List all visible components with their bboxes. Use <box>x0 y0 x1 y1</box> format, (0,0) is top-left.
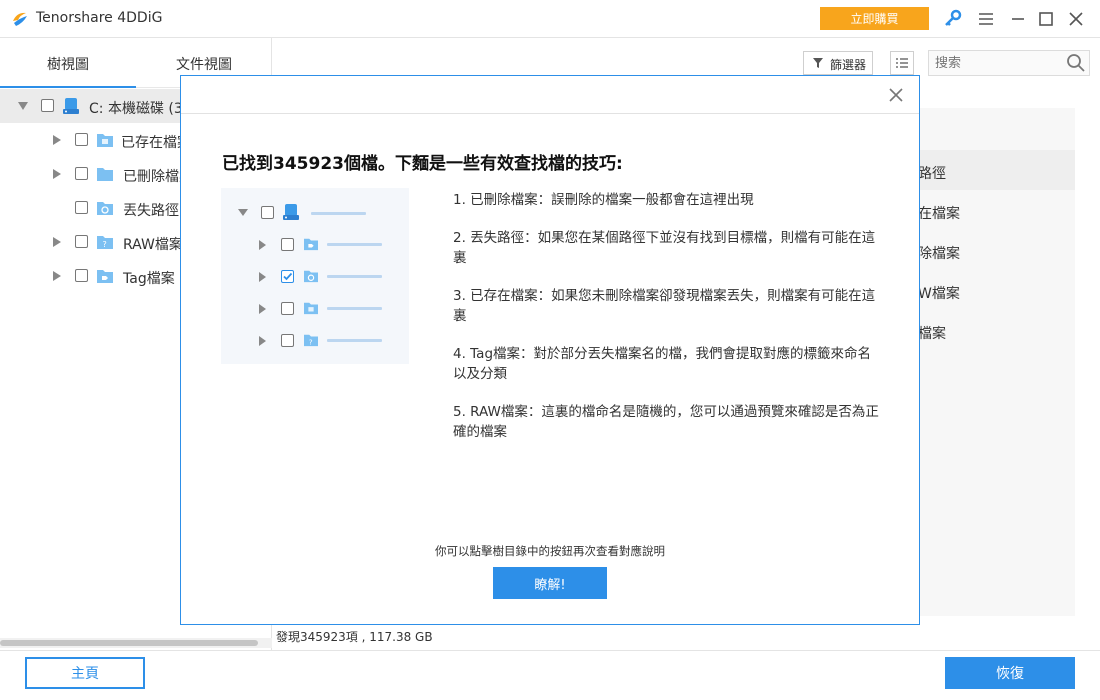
scrollbar-thumb[interactable] <box>0 640 258 646</box>
illus-checkbox <box>281 238 294 251</box>
folder-tag-icon <box>97 270 113 283</box>
minimize-icon[interactable] <box>1008 9 1028 29</box>
tips-dialog: 已找到345923個檔。下麵是一些有效查找檔的技巧: ? 1. 已刪除檔案：誤刪… <box>180 75 920 625</box>
dialog-header-divider <box>181 113 919 114</box>
check-icon <box>283 272 293 281</box>
tree-checkbox[interactable] <box>75 133 88 146</box>
tree-item-label: 丟失路徑 <box>123 203 179 219</box>
tree-checkbox[interactable] <box>41 99 54 112</box>
illus-checkbox-checked <box>281 270 294 283</box>
tip-deleted-files: 1. 已刪除檔案：誤刪除的檔案一般都會在這裡出現 <box>453 192 754 208</box>
svg-text:?: ? <box>309 338 313 346</box>
tree-checkbox[interactable] <box>75 167 88 180</box>
tree-illustration: ? <box>221 188 409 364</box>
search-icon[interactable] <box>1066 53 1086 73</box>
search-input[interactable] <box>935 54 1055 72</box>
illus-drive-icon <box>283 204 299 220</box>
folder-raw-icon: ? <box>97 236 113 249</box>
tab-tree-view[interactable]: 樹視圖 <box>47 54 89 74</box>
list-icon <box>896 58 908 68</box>
list-view-button[interactable] <box>890 51 914 75</box>
illus-expand-icon <box>259 272 266 282</box>
expand-icon[interactable] <box>53 237 61 247</box>
scan-status: 發現345923項 , 117.38 GB <box>276 630 433 644</box>
got-it-button[interactable]: 瞭解! <box>493 567 607 599</box>
table-row[interactable]: 檔案 <box>918 323 946 343</box>
illus-collapse-icon <box>238 209 248 216</box>
drive-icon <box>63 98 79 114</box>
table-row[interactable]: W檔案 <box>918 283 960 303</box>
menu-icon[interactable] <box>976 9 996 29</box>
folder-lost-icon <box>97 202 113 215</box>
buy-now-button[interactable]: 立即購買 <box>820 7 929 30</box>
illus-checkbox <box>281 302 294 315</box>
dialog-hint: 你可以點擊樹目錄中的按鈕再次查看對應說明 <box>435 544 665 558</box>
illus-expand-icon <box>259 336 266 346</box>
dialog-close-icon[interactable] <box>886 85 906 105</box>
filter-label: 篩選器 <box>830 58 867 72</box>
illus-placeholder-line <box>327 307 382 310</box>
expand-icon[interactable] <box>53 169 61 179</box>
recover-button[interactable]: 恢復 <box>945 657 1075 689</box>
close-icon[interactable] <box>1066 9 1086 29</box>
column-header-path[interactable]: 路徑 <box>918 163 946 183</box>
illus-expand-icon <box>259 240 266 250</box>
illus-folder-existing-icon <box>304 302 318 315</box>
table-row[interactable]: 除檔案 <box>918 243 960 263</box>
dialog-title: 已找到345923個檔。下麵是一些有效查找檔的技巧: <box>222 154 623 174</box>
tree-checkbox[interactable] <box>75 269 88 282</box>
illus-checkbox <box>281 334 294 347</box>
tree-item-label: RAW檔案 <box>123 237 183 253</box>
tip-existing-files: 3. 已存在檔案：如果您未刪除檔案卻發現檔案丟失，則檔案有可能在這裏 <box>453 288 876 324</box>
active-tab-indicator <box>0 86 136 88</box>
illus-placeholder-line <box>327 275 382 278</box>
app-logo-icon <box>13 12 27 26</box>
tree-checkbox[interactable] <box>75 201 88 214</box>
title-bar: Tenorshare 4DDiG 立即購買 <box>0 0 1100 38</box>
folder-deleted-icon <box>97 168 113 181</box>
tree-item-label: Tag檔案 <box>123 271 175 287</box>
tip-lost-path: 2. 丟失路徑：如果您在某個路徑下並沒有找到目標檔，則檔有可能在這裏 <box>453 230 876 266</box>
tree-checkbox[interactable] <box>75 235 88 248</box>
collapse-icon[interactable] <box>18 102 28 110</box>
svg-text:?: ? <box>103 240 107 249</box>
illus-folder-raw-icon: ? <box>304 334 318 346</box>
tip-tag-files: 4. Tag檔案：對於部分丟失檔案名的檔，我們會提取對應的標籤來命名以及分類 <box>453 346 872 382</box>
app-title: Tenorshare 4DDiG <box>36 10 163 26</box>
illus-folder-tag-icon <box>304 238 318 251</box>
key-icon[interactable] <box>943 9 963 29</box>
illus-placeholder-line <box>327 339 382 342</box>
illus-folder-lost-icon <box>304 270 318 283</box>
tab-file-view[interactable]: 文件視圖 <box>176 54 232 74</box>
folder-existing-icon <box>97 134 113 147</box>
illus-checkbox <box>261 206 274 219</box>
expand-icon[interactable] <box>53 135 61 145</box>
illus-placeholder-line <box>327 243 382 246</box>
filter-icon <box>813 58 823 68</box>
table-row[interactable]: 在檔案 <box>918 203 960 223</box>
maximize-icon[interactable] <box>1036 9 1056 29</box>
bottom-bar <box>0 650 1100 700</box>
illus-expand-icon <box>259 304 266 314</box>
filter-button[interactable]: 篩選器 <box>803 51 873 75</box>
expand-icon[interactable] <box>53 271 61 281</box>
tip-raw-files: 5. RAW檔案：這裏的檔命名是隨機的，您可以通過預覽來確認是否為正確的檔案 <box>453 404 879 440</box>
illus-placeholder-line <box>311 212 366 215</box>
home-button[interactable]: 主頁 <box>25 657 145 689</box>
tree-item-label: C: 本機磁碟 (34 <box>89 101 192 117</box>
